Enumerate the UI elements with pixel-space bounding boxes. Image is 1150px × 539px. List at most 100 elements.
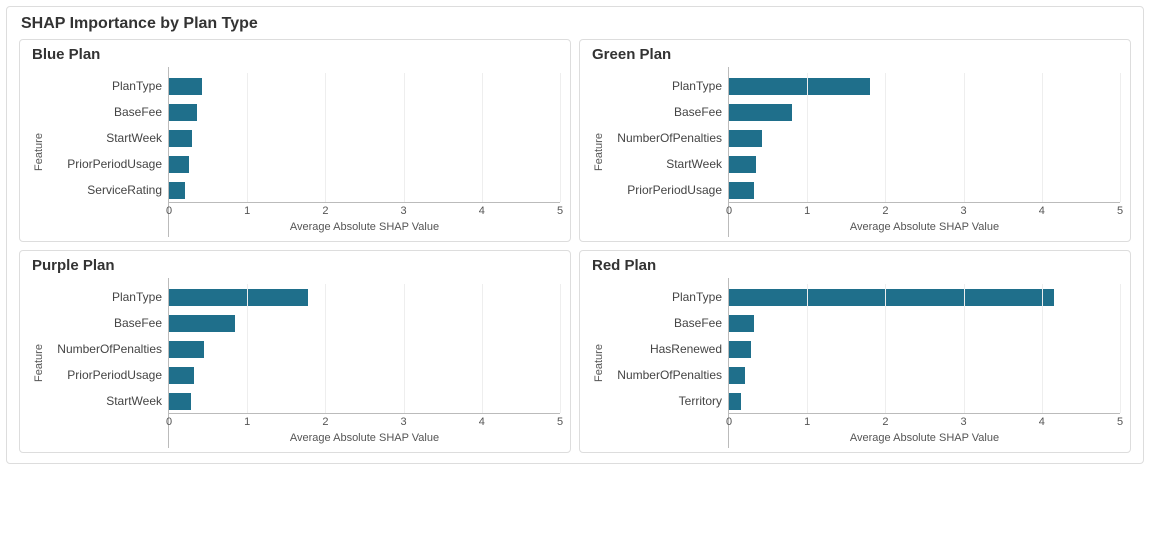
category-label: HasRenewed	[608, 336, 728, 362]
plot-area: 012345Average Absolute SHAP Value	[728, 278, 1120, 448]
x-tick: 1	[244, 205, 250, 217]
category-label: PriorPeriodUsage	[608, 177, 728, 203]
x-axis-label: Average Absolute SHAP Value	[169, 432, 560, 444]
category-label: NumberOfPenalties	[608, 125, 728, 151]
x-tick: 2	[882, 416, 888, 428]
x-tick: 5	[1117, 416, 1123, 428]
page-title: SHAP Importance by Plan Type	[21, 15, 1131, 33]
gridline	[1120, 73, 1121, 202]
bar	[729, 130, 762, 147]
category-label: StartWeek	[608, 151, 728, 177]
plot-area: 012345Average Absolute SHAP Value	[728, 67, 1120, 237]
bar	[169, 104, 197, 121]
category-label: PriorPeriodUsage	[48, 151, 168, 177]
bar	[729, 156, 756, 173]
category-label: NumberOfPenalties	[608, 362, 728, 388]
bar	[729, 182, 754, 199]
gridline	[404, 73, 405, 202]
gridline	[885, 284, 886, 413]
x-axis-label: Average Absolute SHAP Value	[729, 221, 1120, 233]
category-label: Territory	[608, 388, 728, 414]
gridline	[560, 73, 561, 202]
x-tick: 3	[401, 205, 407, 217]
x-tick: 0	[166, 416, 172, 428]
x-tick: 5	[557, 205, 563, 217]
category-label: StartWeek	[48, 388, 168, 414]
y-axis-label: Feature	[33, 344, 45, 382]
x-tick: 1	[244, 416, 250, 428]
bar	[169, 78, 202, 95]
panel-title: Blue Plan	[32, 46, 560, 63]
chart-panel: Purple Plan Feature PlanTypeBaseFeeNumberO…	[19, 250, 571, 453]
category-label: PlanType	[608, 284, 728, 310]
x-tick: 2	[882, 205, 888, 217]
gridline	[964, 73, 965, 202]
bar	[169, 289, 308, 306]
bar	[169, 182, 185, 199]
bar-chart: Feature PlanTypeBaseFeeHasRenewedNumberOf…	[590, 278, 1120, 448]
bar-chart: Feature PlanTypeBaseFeeNumberOfPenaltiesS…	[590, 67, 1120, 237]
category-label: BaseFee	[608, 99, 728, 125]
panel-title: Green Plan	[592, 46, 1120, 63]
gridline	[807, 73, 808, 202]
bar	[729, 78, 870, 95]
chart-grid: Blue PlanFeaturePlanTypeBaseFeeStartWeek…	[19, 39, 1131, 453]
x-axis-label: Average Absolute SHAP Value	[169, 221, 560, 233]
x-axis-label: Average Absolute SHAP Value	[729, 432, 1120, 444]
category-label: BaseFee	[48, 99, 168, 125]
bar	[729, 367, 745, 384]
bar-chart: Feature PlanTypeBaseFeeNumberOfPenaltiesP…	[30, 278, 560, 448]
gridline	[885, 73, 886, 202]
bar	[169, 341, 204, 358]
x-tick: 3	[961, 416, 967, 428]
bar	[729, 289, 1054, 306]
bar-chart: Feature PlanTypeBaseFeeStartWeekPriorPeri…	[30, 67, 560, 237]
chart-panel: Red Plan Feature PlanTypeBaseFeeHasRenewed…	[579, 250, 1131, 453]
category-label: PriorPeriodUsage	[48, 362, 168, 388]
x-tick: 5	[1117, 205, 1123, 217]
bar	[729, 104, 792, 121]
category-label: BaseFee	[48, 310, 168, 336]
category-label: PlanType	[48, 284, 168, 310]
gridline	[247, 73, 248, 202]
y-axis-label: Feature	[593, 133, 605, 171]
x-tick: 4	[1039, 416, 1045, 428]
category-label: StartWeek	[48, 125, 168, 151]
gridline	[247, 284, 248, 413]
dashboard-container: SHAP Importance by Plan Type Blue Plan Fe…	[6, 6, 1144, 464]
gridline	[1042, 284, 1043, 413]
y-axis-label: Feature	[33, 133, 45, 171]
category-label: NumberOfPenalties	[48, 336, 168, 362]
x-tick: 4	[479, 416, 485, 428]
x-tick: 4	[1039, 205, 1045, 217]
bar	[169, 130, 192, 147]
plot-area: 012345Average Absolute SHAP Value	[168, 67, 560, 237]
gridline	[482, 284, 483, 413]
panel-title: Purple Plan	[32, 257, 560, 274]
gridline	[325, 284, 326, 413]
x-tick: 2	[322, 416, 328, 428]
x-tick: 1	[804, 205, 810, 217]
chart-panel: Green Plan Feature PlanTypeBaseFeeNumberOf…	[579, 39, 1131, 242]
gridline	[1120, 284, 1121, 413]
bar	[729, 393, 741, 410]
category-label: PlanType	[608, 73, 728, 99]
bar	[169, 393, 191, 410]
gridline	[325, 73, 326, 202]
x-tick: 5	[557, 416, 563, 428]
plot-area: 0 1 2 3 4 5 Average Absolute SHAP Value	[168, 278, 560, 448]
bar	[729, 341, 751, 358]
chart-panel: Blue Plan Feature PlanTypeBaseFeeStartWeek…	[19, 39, 571, 242]
x-tick: 0	[726, 205, 732, 217]
bar	[169, 367, 194, 384]
panel-title: Red Plan	[592, 257, 1120, 274]
gridline	[807, 284, 808, 413]
category-label: PlanType	[48, 73, 168, 99]
x-tick: 3	[401, 416, 407, 428]
bar	[729, 315, 754, 332]
x-tick: 4	[479, 205, 485, 217]
category-label: BaseFee	[608, 310, 728, 336]
y-axis-label: Feature	[593, 344, 605, 382]
x-tick: 1	[804, 416, 810, 428]
x-tick: 2	[322, 205, 328, 217]
